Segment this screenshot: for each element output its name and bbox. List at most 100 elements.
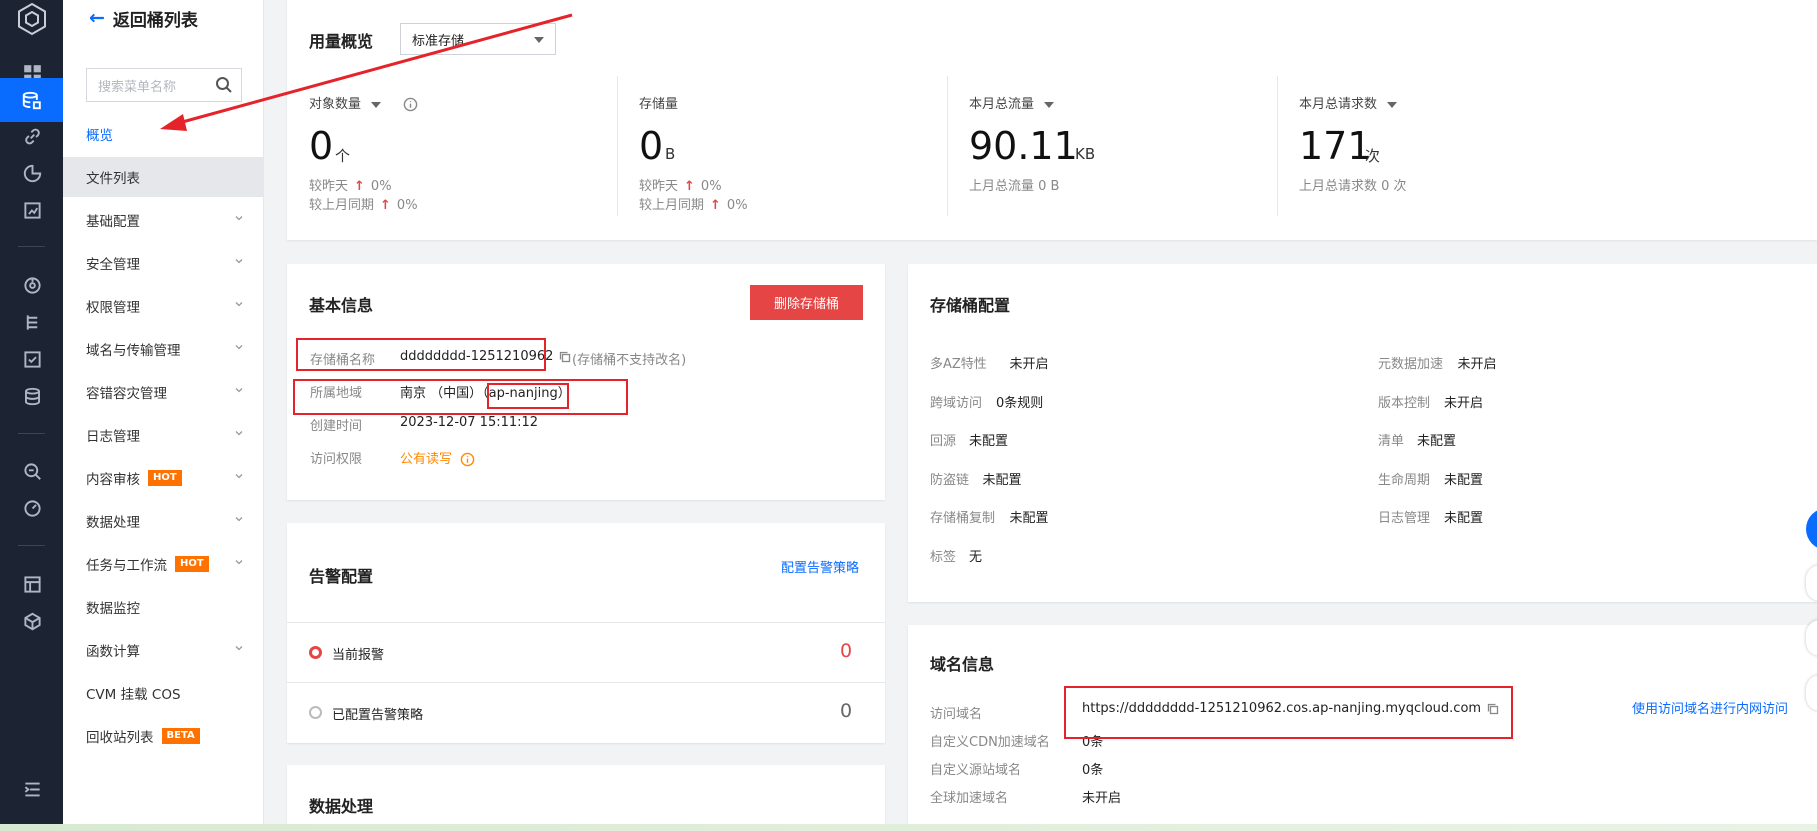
stat-label: 对象数量 — [309, 93, 418, 112]
report-icon[interactable] — [21, 199, 43, 221]
sidebar-item[interactable]: 函数计算 — [63, 630, 264, 670]
sidebar-item[interactable]: 内容审核 HOT — [63, 458, 264, 498]
sidebar-item[interactable]: 回收站列表 BETA — [63, 716, 264, 756]
chevron-down-icon — [235, 302, 243, 307]
search-icon[interactable] — [215, 76, 233, 94]
domain-label: 全球加速域名 — [930, 791, 1009, 806]
bucket-config-card: 存储桶配置 多AZ特性 未开启 跨域访问 0条规则 回源 未配置 防盗链 未配置 存储桶复制 未配… — [908, 264, 1817, 602]
stat-last-month: 上月总请求数 0 次 — [1299, 179, 1407, 194]
stat-divider — [947, 76, 948, 216]
compare-label: 较昨天 — [639, 179, 679, 194]
stat-unit: 个 — [335, 147, 351, 165]
rail-divider — [18, 246, 45, 247]
chevron-down-icon — [235, 560, 243, 565]
rail-divider — [18, 545, 45, 546]
logo-cube-icon[interactable] — [16, 2, 48, 36]
badge: HOT — [148, 470, 182, 486]
stat-month-compare: 较上月同期 ↑ 0% — [639, 194, 748, 213]
cube-icon[interactable] — [21, 610, 43, 632]
pie-chart-icon[interactable] — [21, 162, 43, 184]
sidebar-item[interactable]: 数据处理 — [63, 501, 264, 541]
usage-overview-card: 用量概览 标准存储 对象数量 0 个较昨天 ↑ 0% 较上月同期 ↑ 0% 存储量 0 B 较昨天 ↑ 0… — [287, 0, 1817, 240]
arrow-up-icon: ↑ — [354, 179, 365, 194]
link-icon[interactable] — [21, 125, 43, 147]
sidebar-item-label: 任务与工作流 — [86, 558, 167, 574]
current-alarm-label: 当前报警 — [332, 648, 385, 663]
sidebar-item[interactable]: 安全管理 — [63, 243, 264, 283]
checklist-icon[interactable] — [21, 348, 43, 370]
sidebar-item[interactable]: 域名与传输管理 — [63, 329, 264, 369]
sidebar-item[interactable]: 数据监控 — [63, 587, 264, 627]
search-doc-icon[interactable] — [21, 460, 43, 482]
config-value: 0条规则 — [996, 395, 1044, 411]
config-value: 未开启 — [1457, 357, 1497, 372]
created-value: 2023-12-07 15:11:12 — [400, 415, 539, 430]
storage-class-select[interactable]: 标准存储 — [400, 23, 556, 55]
sidebar-item[interactable]: 基础配置 — [63, 200, 264, 240]
stat-value: 90.11 — [969, 124, 1078, 168]
sidebar-item[interactable]: 容错容灾管理 — [63, 372, 264, 412]
current-alarm-count: 0 — [840, 640, 853, 662]
stat-value: 0 — [309, 124, 334, 168]
chevron-down-icon — [235, 517, 243, 522]
stat-unit: KB — [1075, 145, 1096, 163]
bucket-icon[interactable] — [0, 78, 63, 122]
domain-value: 未开启 — [1082, 787, 1121, 806]
caret-down-icon[interactable] — [371, 101, 382, 108]
stat-day-compare: 较昨天 ↑ 0% — [309, 175, 392, 194]
compare-value: 0% — [370, 179, 392, 194]
configure-alarm-link[interactable]: 配置告警策略 — [781, 557, 859, 576]
caret-down-icon[interactable] — [1387, 101, 1398, 108]
storage-icon[interactable] — [21, 573, 43, 595]
delete-bucket-button[interactable]: 删除存储桶 — [750, 285, 863, 320]
intranet-access-link[interactable]: 使用访问域名进行内网访问 — [1632, 698, 1788, 717]
gauge-icon[interactable] — [21, 497, 43, 519]
sidebar-item[interactable]: 任务与工作流 HOT — [63, 544, 264, 584]
sidebar-item-label: 文件列表 — [86, 171, 140, 187]
config-value: 未配置 — [1444, 472, 1484, 488]
stat-day-compare: 较昨天 ↑ 0% — [639, 175, 722, 194]
created-label: 创建时间 — [310, 419, 363, 434]
back-label: 返回桶列表 — [112, 10, 198, 31]
menu-search-input[interactable]: 搜索菜单名称 — [86, 68, 242, 102]
tree-icon[interactable] — [21, 311, 43, 333]
config-label: 多AZ特性 — [930, 357, 987, 372]
config-value: 未配置 — [969, 434, 1009, 449]
domain-value: 0条 — [1082, 759, 1103, 778]
stat-divider — [1277, 76, 1278, 216]
info-icon[interactable] — [460, 452, 475, 467]
caret-down-icon[interactable] — [1044, 101, 1055, 108]
info-icon[interactable] — [403, 97, 418, 112]
chevron-down-icon — [235, 259, 243, 264]
back-to-bucket-list[interactable]: ← 返回桶列表 — [89, 6, 198, 31]
badge: BETA — [161, 728, 200, 744]
stat-label: 本月总请求数 — [1299, 93, 1398, 112]
access-text: 公有读写 — [400, 452, 453, 467]
caret-down-icon — [534, 37, 544, 43]
menu-collapse-icon[interactable] — [21, 778, 43, 800]
arrow-up-icon: ↑ — [380, 198, 391, 213]
chevron-down-icon — [235, 388, 243, 393]
database-icon[interactable] — [21, 385, 43, 407]
sidebar-item-label: 域名与传输管理 — [86, 343, 181, 359]
sidebar-item[interactable]: 日志管理 — [63, 415, 264, 455]
config-value: 未配置 — [1444, 511, 1484, 526]
arrow-left-icon: ← — [89, 7, 105, 29]
chevron-down-icon — [235, 431, 243, 436]
compare-label: 较上月同期 — [309, 198, 375, 213]
config-label: 存储桶复制 — [930, 511, 996, 526]
copy-icon[interactable] — [559, 351, 571, 363]
policy-status-icon — [309, 706, 322, 719]
bucket-sidebar: ← 返回桶列表 搜索菜单名称 概览文件列表基础配置 安全管理 权限管理域名与传输管理… — [63, 0, 264, 831]
stat-label-text: 存储量 — [639, 97, 679, 112]
sidebar-item[interactable]: 概览 — [63, 114, 264, 154]
sidebar-item[interactable]: CVM 挂载 COS — [63, 673, 264, 713]
scan-icon[interactable] — [21, 274, 43, 296]
sidebar-item[interactable]: 文件列表 — [63, 157, 264, 197]
stat-label: 存储量 — [639, 93, 678, 112]
sidebar-item[interactable]: 权限管理 — [63, 286, 264, 326]
sidebar-item-label: 函数计算 — [86, 644, 140, 660]
config-label: 元数据加速 — [1378, 357, 1444, 372]
sidebar-item-label: 内容审核 — [86, 472, 140, 488]
chevron-down-icon — [235, 646, 243, 651]
